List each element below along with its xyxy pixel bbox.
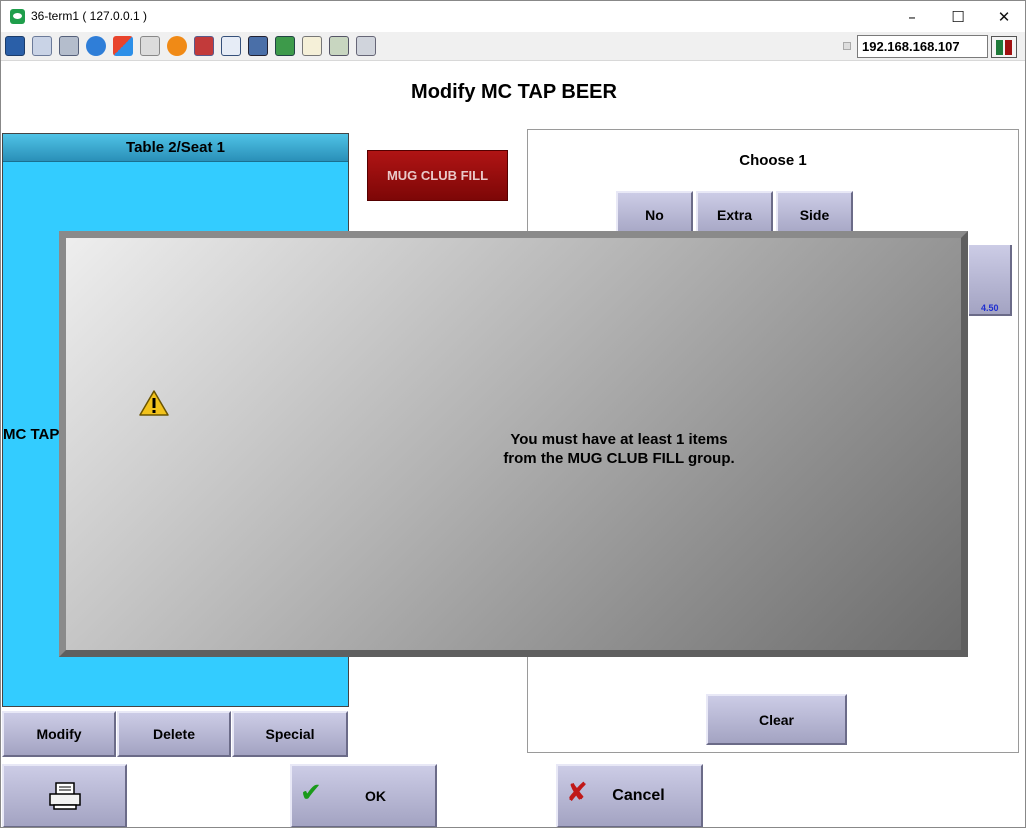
windows-logo-icon[interactable] <box>113 36 133 56</box>
page-title: Modify MC TAP BEER <box>411 81 617 103</box>
app-eye-icon <box>10 9 25 24</box>
print-button[interactable] <box>2 764 127 827</box>
cancel-label: Cancel <box>612 787 665 804</box>
ip-address-field[interactable]: 192.168.168.107 <box>857 35 988 58</box>
keyboard-icon[interactable] <box>140 36 160 56</box>
ok-button[interactable]: ✔ OK <box>290 764 437 827</box>
minimize-button[interactable]: – <box>889 1 935 32</box>
close-button[interactable]: ✕ <box>981 1 1025 32</box>
dialog-message: You must have at least 1 items from the … <box>397 430 841 468</box>
monitor-icon[interactable] <box>5 36 25 56</box>
x-mark-icon: ✘ <box>566 778 588 808</box>
special-button[interactable]: Special <box>232 711 348 757</box>
item-price: 4.50 <box>981 303 999 313</box>
display-icon[interactable] <box>248 36 268 56</box>
window-title: 36-term1 ( 127.0.0.1 ) <box>31 9 148 23</box>
seat-header: Table 2/Seat 1 <box>3 134 348 162</box>
delete-button[interactable]: Delete <box>117 711 231 757</box>
printer-icon <box>48 782 81 810</box>
order-item[interactable]: MC TAP <box>3 426 59 443</box>
dialog-message-line-1: You must have at least 1 items <box>510 431 728 448</box>
checkmark-icon: ✔ <box>300 778 322 808</box>
modify-button[interactable]: Modify <box>2 711 116 757</box>
maximize-button[interactable]: ☐ <box>935 1 981 32</box>
chat-icon[interactable] <box>356 36 376 56</box>
dialog-message-line-2: from the MUG CLUB FILL group. <box>503 450 735 467</box>
warning-icon <box>139 390 169 416</box>
app-window: 36-term1 ( 127.0.0.1 ) – ☐ ✕ 192.168.168… <box>0 0 1026 828</box>
transfer-icon[interactable] <box>275 36 295 56</box>
windows-icon[interactable] <box>32 36 52 56</box>
mug-club-fill-group-button[interactable]: MUG CLUB FILL <box>367 150 508 201</box>
cancel-button[interactable]: ✘ Cancel <box>556 764 703 827</box>
connection-dot-icon <box>843 42 851 50</box>
ok-label: OK <box>365 788 386 804</box>
status-indicator-icon <box>991 36 1017 58</box>
clear-button[interactable]: Clear <box>706 694 847 745</box>
alert-icon[interactable] <box>167 36 187 56</box>
choose-label: Choose 1 <box>739 152 807 169</box>
document-icon[interactable] <box>302 36 322 56</box>
tools-icon[interactable] <box>59 36 79 56</box>
fullscreen-icon[interactable] <box>221 36 241 56</box>
refresh-icon[interactable] <box>86 36 106 56</box>
network-icon[interactable] <box>194 36 214 56</box>
screenshot-icon[interactable] <box>329 36 349 56</box>
title-bar: 36-term1 ( 127.0.0.1 ) – ☐ ✕ <box>1 1 1025 32</box>
